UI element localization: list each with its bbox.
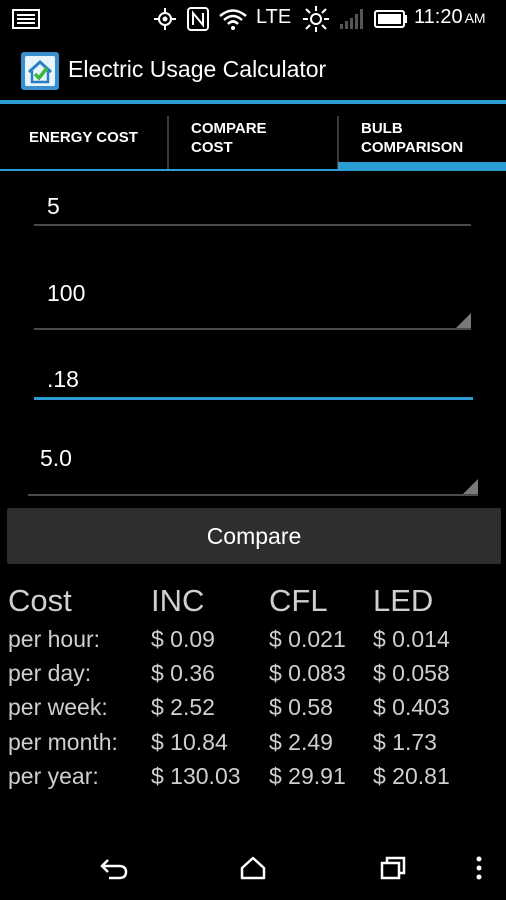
led-value: $ 1.73 [373,729,437,755]
location-icon [152,0,178,38]
inc-value: $ 130.03 [151,763,241,789]
header-cfl: CFL [269,583,328,618]
rate-field[interactable]: .18 [34,352,474,402]
app-title: Electric Usage Calculator [68,56,327,82]
battery-icon [373,0,409,38]
led-value: $ 0.014 [373,626,450,652]
row-label: per hour: [8,626,101,652]
header-led: LED [373,583,434,618]
nfc-icon [186,0,210,38]
tab-compare-cost-label: COMPARE COST [191,119,267,156]
tab-bulb-comparison-label: BULB COMPARISON [361,119,464,156]
app-house-check-icon [21,52,59,90]
hours-per-day-value: 5 [47,193,60,219]
menu-icon[interactable] [464,835,494,900]
clock-time: 11:20 [414,6,463,28]
compare-button-label: Compare [206,522,302,549]
cfl-value: $ 0.021 [269,626,346,652]
tab-energy-cost[interactable]: ENERGY COST [0,104,167,171]
field-underline-focused [34,397,473,400]
back-icon[interactable] [84,835,144,900]
led-value: $ 20.81 [373,763,450,789]
clock: 11:20 AM [414,6,486,29]
navigation-bar [0,835,506,900]
tab-bulb-comparison[interactable]: BULB COMPARISON [339,104,506,171]
cfl-value: $ 0.58 [269,694,333,720]
row-label: per year: [8,763,99,789]
tab-compare-cost[interactable]: COMPARE COST [169,104,337,171]
field-underline [34,224,471,226]
inc-value: $ 10.84 [151,729,228,755]
spinner-arrow-icon [455,313,471,329]
led-value: $ 0.403 [373,694,450,720]
row-label: per week: [8,694,108,720]
field-underline [34,328,471,330]
inc-value: $ 0.36 [151,660,215,686]
row-label: per month: [8,729,118,755]
cfl-value: $ 29.91 [269,763,346,789]
home-icon[interactable] [223,835,283,900]
tab-strip: ENERGY COST COMPARE COST BULB COMPARISON [0,104,506,171]
wifi-icon [217,0,249,38]
header-inc: INC [151,583,205,618]
led-value: $ 0.058 [373,660,450,686]
inc-value: $ 0.09 [151,626,215,652]
tab-energy-cost-label: ENERGY COST [29,129,138,146]
header-cost: Cost [8,583,72,618]
wattage-value: 100 [47,280,86,306]
rate-value: .18 [47,366,79,392]
signal-icon [338,0,366,38]
cfl-value: $ 0.083 [269,660,346,686]
wattage-spinner[interactable]: 100 [34,266,474,332]
status-bar: LTE 11:20 AM [0,0,506,38]
tab-selected-indicator [338,162,506,170]
notification-icon [11,0,41,38]
brightness-icon [301,0,331,38]
rate-spinner-value: 5.0 [40,445,72,471]
rate-spinner[interactable]: 5.0 [28,432,480,498]
network-type-label: LTE [256,6,292,28]
field-underline [28,494,478,496]
cfl-value: $ 2.49 [269,729,333,755]
clock-ampm: AM [464,10,486,26]
spinner-arrow-icon [462,479,478,495]
compare-button[interactable]: Compare [7,508,501,564]
inc-value: $ 2.52 [151,694,215,720]
recents-icon[interactable] [363,835,423,900]
hours-per-day-field[interactable]: 5 [34,180,474,228]
action-bar: Electric Usage Calculator [0,38,506,100]
row-label: per day: [8,660,92,686]
